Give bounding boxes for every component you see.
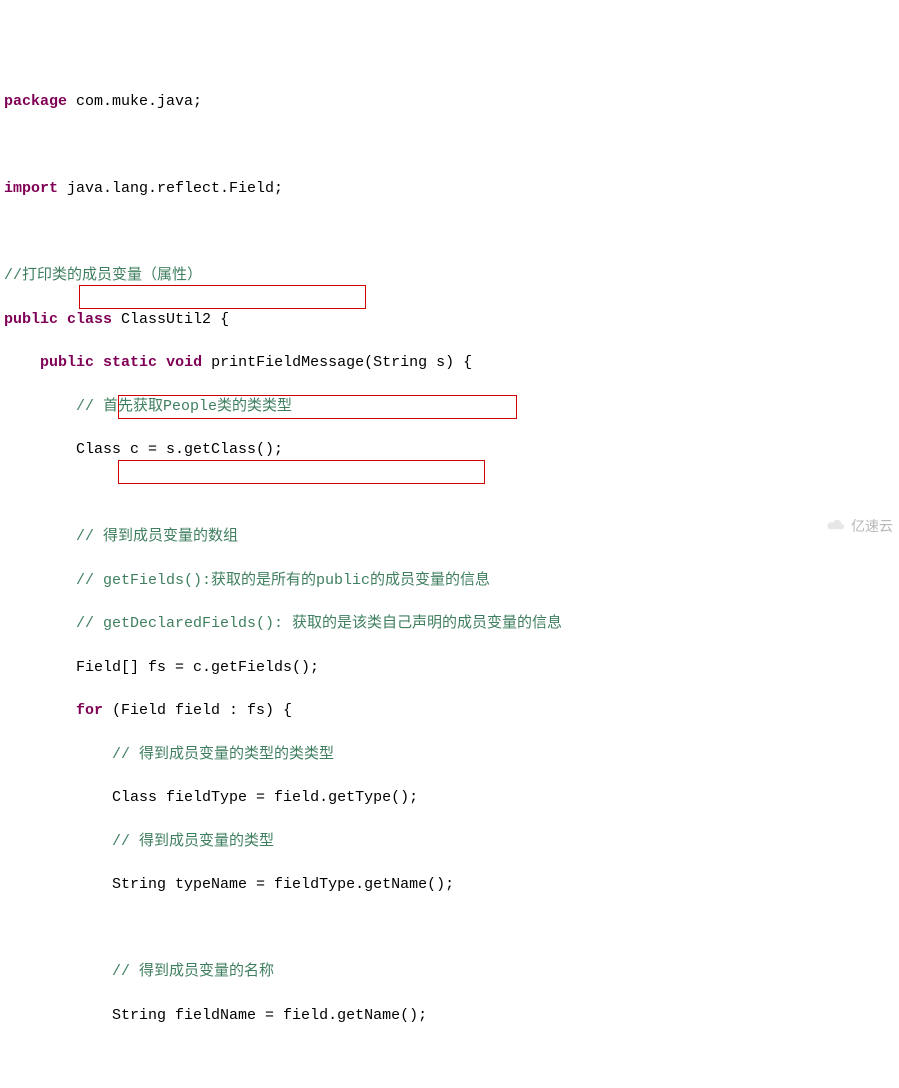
code-text: java.lang.reflect.Field; [58,180,283,197]
keyword-import: import [4,180,58,197]
code-text: String fieldName = field.getName(); [112,1007,427,1024]
code-line [4,1048,899,1070]
code-line: public class ClassUtil2 { [4,309,899,331]
code-line: String typeName = fieldType.getName(); [4,874,899,896]
highlight-box [79,285,366,309]
code-line [4,918,899,940]
code-line: // getDeclaredFields(): 获取的是该类自己声明的成员变量的… [4,613,899,635]
code-text: Class c = s.getClass(); [76,441,283,458]
code-line: // 首先获取People类的类类型 [4,396,899,418]
code-line [4,222,899,244]
code-text: String typeName = fieldType.getName(); [112,876,454,893]
code-line: // 得到成员变量的类型 [4,831,899,853]
highlight-box [118,460,485,484]
comment: // 得到成员变量的数组 [76,528,238,545]
keyword-class: class [67,311,112,328]
keyword-for: for [76,702,103,719]
comment: // 得到成员变量的类型 [112,833,274,850]
code-line [4,483,899,505]
keyword-package: package [4,93,67,110]
comment: // 得到成员变量的名称 [112,963,274,980]
code-text: Field[] fs = c.getFields(); [76,659,319,676]
code-line: // getFields():获取的是所有的public的成员变量的信息 [4,570,899,592]
comment: // 得到成员变量的类型的类类型 [112,746,334,763]
cloud-icon [825,519,847,533]
code-line: for (Field field : fs) { [4,700,899,722]
code-text: com.muke.java; [67,93,202,110]
comment: //打印类的成员变量（属性） [4,267,202,284]
code-text: ClassUtil2 { [112,311,229,328]
code-line: //打印类的成员变量（属性） [4,265,899,287]
keyword-void: void [166,354,202,371]
code-line: // 得到成员变量的名称 [4,961,899,983]
code-line: import java.lang.reflect.Field; [4,178,899,200]
code-line: Field[] fs = c.getFields(); [4,657,899,679]
code-text: (Field field : fs) { [103,702,292,719]
comment: // getFields():获取的是所有的public的成员变量的信息 [76,572,490,589]
comment: // getDeclaredFields(): 获取的是该类自己声明的成员变量的… [76,615,562,632]
keyword-public: public [4,311,58,328]
code-line: package com.muke.java; [4,91,899,113]
code-line [4,135,899,157]
watermark-text: 亿速云 [851,516,893,536]
watermark: 亿速云 [825,516,893,536]
code-text: printFieldMessage(String s) { [202,354,472,371]
code-line: public static void printFieldMessage(Str… [4,352,899,374]
code-line: // 得到成员变量的类型的类类型 [4,744,899,766]
keyword-public: public [40,354,94,371]
code-line: String fieldName = field.getName(); [4,1005,899,1027]
code-line: // 得到成员变量的数组 [4,526,899,548]
comment: // 首先获取People类的类类型 [76,398,292,415]
code-line: Class c = s.getClass(); [4,439,899,461]
keyword-static: static [103,354,157,371]
code-text: Class fieldType = field.getType(); [112,789,418,806]
code-line: Class fieldType = field.getType(); [4,787,899,809]
